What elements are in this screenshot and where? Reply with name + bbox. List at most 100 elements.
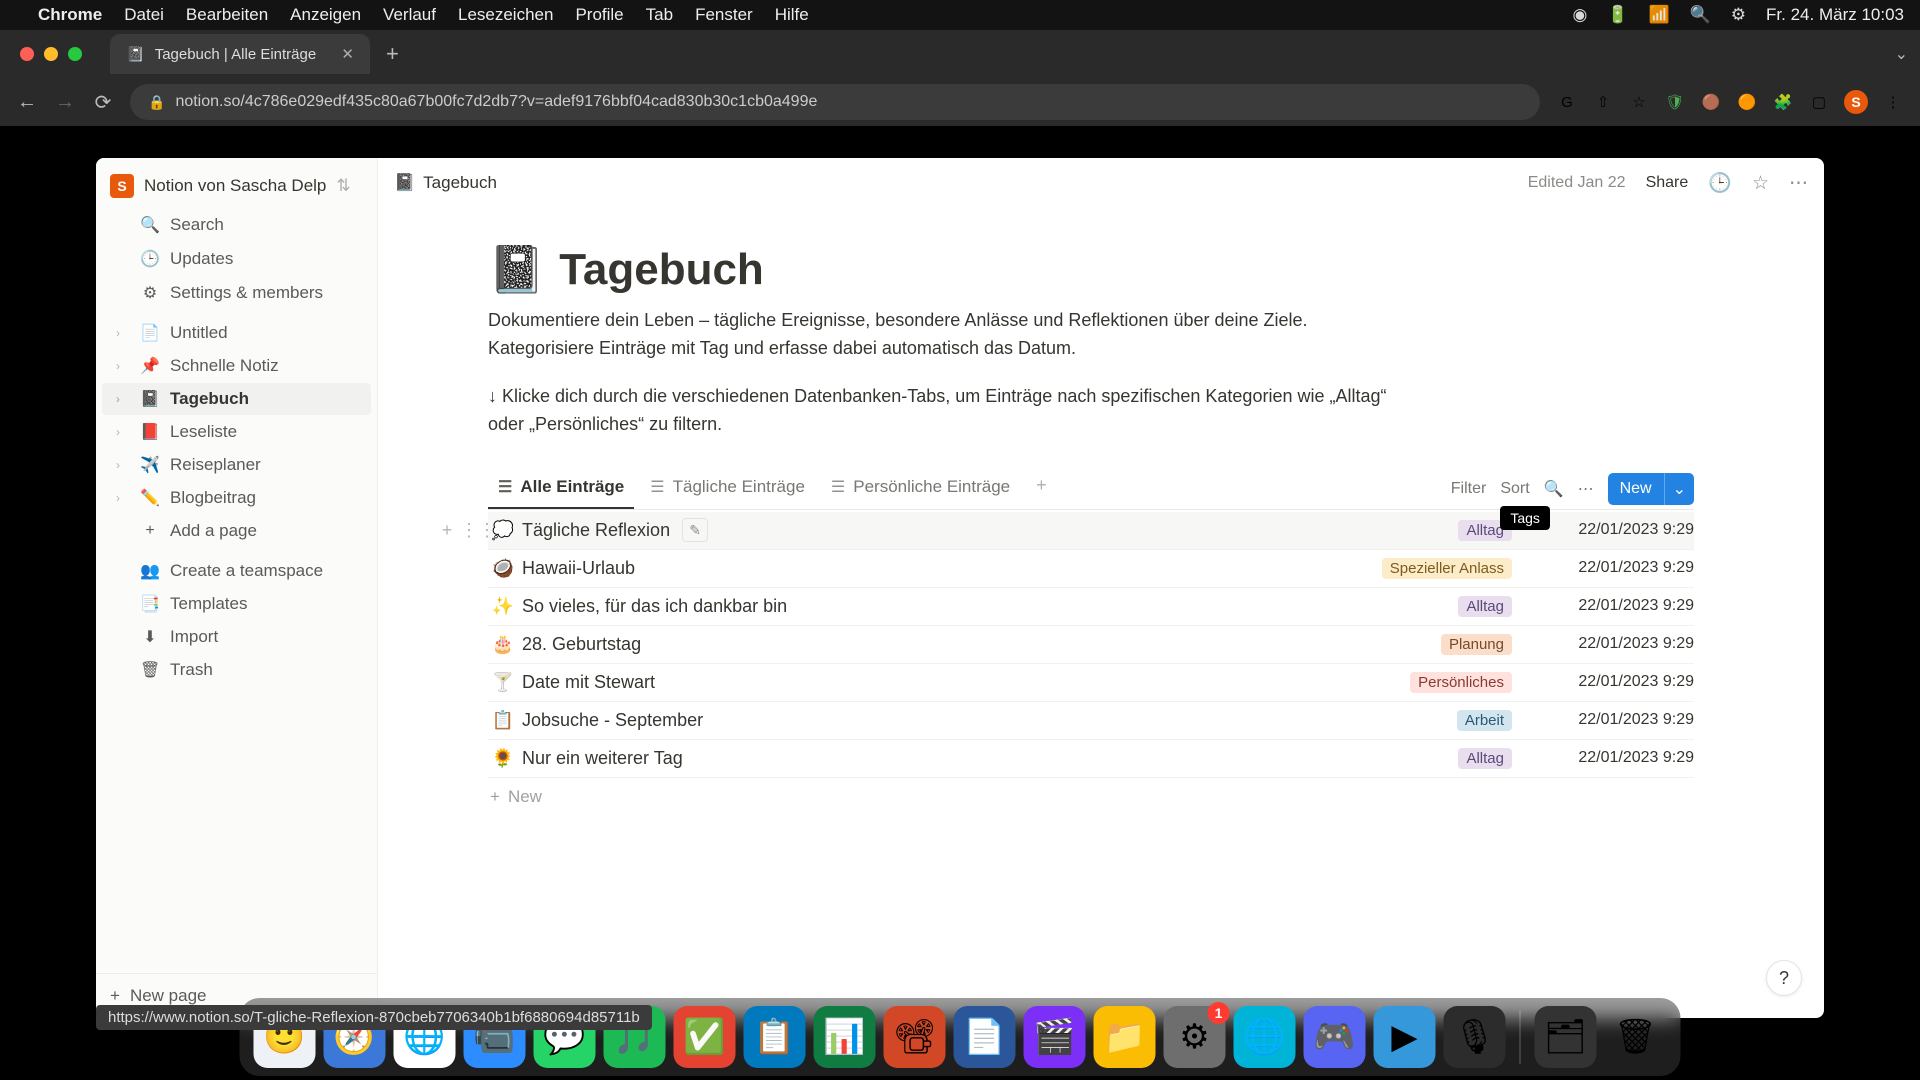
- sidebar-search[interactable]: 🔍Search: [102, 209, 371, 241]
- search-icon[interactable]: 🔍: [1544, 479, 1564, 499]
- database-row[interactable]: + ⋮⋮ 🌻 Nur ein weiterer Tag ✎ Alltag 22/…: [488, 740, 1694, 778]
- more-icon[interactable]: ⋯: [1578, 479, 1594, 499]
- dock-app[interactable]: 📁: [1094, 1006, 1156, 1068]
- row-tag[interactable]: Planung: [1441, 634, 1512, 655]
- edit-row-icon[interactable]: ✎: [682, 518, 708, 542]
- tabs-overflow-icon[interactable]: ⌄: [1895, 44, 1908, 64]
- close-window-button[interactable]: [20, 47, 34, 61]
- row-tag[interactable]: Spezieller Anlass: [1382, 558, 1512, 579]
- maximize-window-button[interactable]: [68, 47, 82, 61]
- sort-button[interactable]: Sort: [1500, 480, 1529, 497]
- more-icon[interactable]: ⋯: [1789, 172, 1808, 195]
- favorite-icon[interactable]: ☆: [1752, 172, 1769, 195]
- updates-icon[interactable]: 🕒: [1708, 171, 1732, 195]
- sidebar-import[interactable]: ⬇Import: [102, 621, 371, 653]
- new-button[interactable]: New ⌄: [1608, 473, 1694, 505]
- close-tab-icon[interactable]: ✕: [341, 45, 354, 63]
- browser-tab[interactable]: 📓 Tagebuch | Alle Einträge ✕: [110, 34, 370, 74]
- sidebar-updates[interactable]: 🕒Updates: [102, 243, 371, 275]
- dock-app[interactable]: 📽: [884, 1006, 946, 1068]
- menubar-item[interactable]: Lesezeichen: [458, 5, 553, 25]
- menubar-item[interactable]: Bearbeiten: [186, 5, 268, 25]
- chevron-right-icon[interactable]: ›: [116, 359, 130, 373]
- row-tag[interactable]: Persönliches: [1410, 672, 1512, 693]
- dock-app[interactable]: 📄: [954, 1006, 1016, 1068]
- star-icon[interactable]: ☆: [1628, 91, 1650, 113]
- share-icon[interactable]: ⇧: [1592, 91, 1614, 113]
- page-description[interactable]: Dokumentiere dein Leben – tägliche Ereig…: [488, 307, 1308, 363]
- chevron-right-icon[interactable]: ›: [116, 392, 130, 406]
- menubar-item[interactable]: Anzeigen: [290, 5, 361, 25]
- sidebar-page[interactable]: ›📄Untitled: [102, 317, 371, 349]
- address-bar[interactable]: 🔒 notion.so/4c786e029edf435c80a67b00fc7d…: [130, 84, 1540, 120]
- dock-app[interactable]: 🗂: [1535, 1006, 1597, 1068]
- workspace-switcher[interactable]: S Notion von Sascha Delp ⇅: [96, 158, 377, 208]
- db-tab[interactable]: ☰Tägliche Einträge: [640, 469, 815, 509]
- chevron-right-icon[interactable]: ›: [116, 491, 130, 505]
- sidebar-page[interactable]: ›📕Leseliste: [102, 416, 371, 448]
- chevron-down-icon[interactable]: ⌄: [1664, 473, 1694, 505]
- db-tab[interactable]: ☰Persönliche Einträge: [821, 469, 1020, 509]
- translate-icon[interactable]: G: [1556, 91, 1578, 113]
- record-icon[interactable]: ◉: [1572, 5, 1587, 25]
- new-row-button[interactable]: + New: [488, 778, 1694, 816]
- chevron-right-icon[interactable]: ›: [116, 326, 130, 340]
- menubar-app-name[interactable]: Chrome: [38, 5, 102, 25]
- add-view-button[interactable]: +: [1026, 469, 1057, 509]
- dock-app[interactable]: 🎙: [1444, 1006, 1506, 1068]
- breadcrumb[interactable]: 📓 Tagebuch: [394, 173, 497, 193]
- search-icon[interactable]: 🔍: [1690, 5, 1711, 25]
- dock-app[interactable]: 📊: [814, 1006, 876, 1068]
- new-tab-button[interactable]: +: [380, 41, 405, 67]
- database-row[interactable]: + ⋮⋮ 🥥 Hawaii-Urlaub ✎ Spezieller Anlass…: [488, 550, 1694, 588]
- minimize-window-button[interactable]: [44, 47, 58, 61]
- chevron-right-icon[interactable]: ›: [116, 458, 130, 472]
- extension-icon[interactable]: 🟤: [1700, 91, 1722, 113]
- menubar-clock[interactable]: Fr. 24. März 10:03: [1766, 5, 1904, 25]
- sidebar-teamspace[interactable]: 👥Create a teamspace: [102, 555, 371, 587]
- sidebar-page[interactable]: ›📌Schnelle Notiz: [102, 350, 371, 382]
- database-row[interactable]: + ⋮⋮ 🎂 28. Geburtstag ✎ Planung 22/01/20…: [488, 626, 1694, 664]
- sidebar-trash[interactable]: 🗑Trash: [102, 654, 371, 686]
- chrome-menu-icon[interactable]: ⋮: [1882, 91, 1904, 113]
- profile-avatar[interactable]: S: [1844, 90, 1868, 114]
- menubar-item[interactable]: Hilfe: [775, 5, 809, 25]
- wifi-icon[interactable]: 📶: [1648, 5, 1669, 25]
- filter-button[interactable]: Filter: [1451, 480, 1487, 498]
- sidebar-page[interactable]: ›✏️Blogbeitrag: [102, 482, 371, 514]
- database-row[interactable]: + ⋮⋮ 🍸 Date mit Stewart ✎ Persönliches 2…: [488, 664, 1694, 702]
- drag-handle-icon[interactable]: ⋮⋮: [460, 520, 482, 541]
- menubar-item[interactable]: Profile: [575, 5, 623, 25]
- dock-app[interactable]: ⚙1: [1164, 1006, 1226, 1068]
- menubar-item[interactable]: Fenster: [695, 5, 753, 25]
- add-row-icon[interactable]: +: [436, 520, 458, 541]
- database-row[interactable]: + ⋮⋮ 📋 Jobsuche - September ✎ Arbeit 22/…: [488, 702, 1694, 740]
- reload-button[interactable]: ⟳: [92, 90, 114, 115]
- help-button[interactable]: ?: [1766, 960, 1802, 996]
- row-tag[interactable]: Alltag: [1458, 596, 1512, 617]
- share-button[interactable]: Share: [1646, 174, 1689, 192]
- sidebar-page-active[interactable]: ›📓Tagebuch: [102, 383, 371, 415]
- db-tab-active[interactable]: ☰Alle Einträge: [488, 469, 634, 509]
- control-center-icon[interactable]: ⚙: [1731, 5, 1746, 25]
- row-tag[interactable]: Alltag: [1458, 748, 1512, 769]
- row-tag[interactable]: Arbeit: [1457, 710, 1512, 731]
- sidepanel-icon[interactable]: ▢: [1808, 91, 1830, 113]
- extensions-menu-icon[interactable]: 🧩: [1772, 91, 1794, 113]
- dock-app[interactable]: ▶: [1374, 1006, 1436, 1068]
- database-row[interactable]: + ⋮⋮ ✨ So vieles, für das ich dankbar bi…: [488, 588, 1694, 626]
- menubar-item[interactable]: Tab: [646, 5, 673, 25]
- dock-app[interactable]: 🌐: [1234, 1006, 1296, 1068]
- menubar-item[interactable]: Datei: [124, 5, 164, 25]
- page-instructions[interactable]: ↓ Klicke dich durch die verschiedenen Da…: [488, 383, 1408, 439]
- sidebar-templates[interactable]: 📑Templates: [102, 588, 371, 620]
- dock-app[interactable]: 🎬: [1024, 1006, 1086, 1068]
- battery-icon[interactable]: 🔋: [1607, 5, 1628, 25]
- menubar-item[interactable]: Verlauf: [383, 5, 436, 25]
- extension-icon[interactable]: 🛡: [1664, 91, 1686, 113]
- back-button[interactable]: ←: [16, 91, 38, 114]
- dock-app[interactable]: 📋: [744, 1006, 806, 1068]
- page-title[interactable]: Tagebuch: [559, 245, 764, 295]
- extension-icon[interactable]: 🟠: [1736, 91, 1758, 113]
- page-emoji-icon[interactable]: 📓: [488, 242, 545, 297]
